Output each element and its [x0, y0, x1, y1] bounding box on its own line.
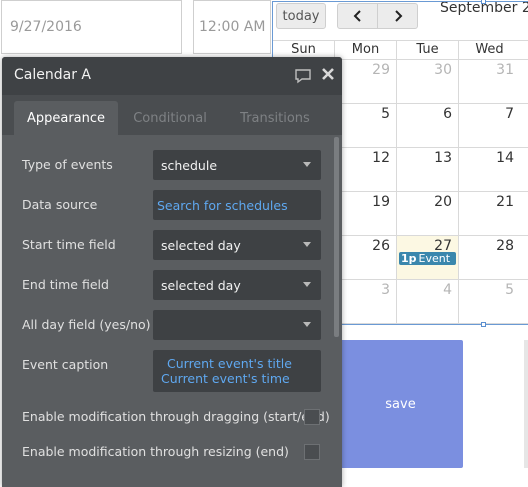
- date-input[interactable]: 9/27/2016: [1, 0, 182, 54]
- resize-modification-label: Enable modification through resizing (en…: [22, 444, 289, 459]
- panel-scrollbar[interactable]: [334, 137, 339, 337]
- drag-modification-label: Enable modification through dragging (st…: [22, 409, 330, 424]
- dropdown-caret-icon: [303, 242, 311, 247]
- event-caption-field[interactable]: Current event's title Current event's ti…: [153, 350, 321, 392]
- panel-header: Calendar A: [2, 57, 342, 95]
- type-of-events-dropdown[interactable]: schedule: [153, 150, 321, 180]
- dropdown-caret-icon: [303, 162, 311, 167]
- tab-transitions[interactable]: Transitions: [227, 101, 323, 135]
- partial-element: [524, 340, 528, 468]
- time-input[interactable]: 12:00 AM: [193, 0, 271, 54]
- save-button[interactable]: save: [338, 340, 463, 468]
- end-time-field-label: End time field: [22, 277, 109, 292]
- comment-icon[interactable]: [294, 68, 312, 84]
- panel-tabs: Appearance Conditional Transitions: [2, 95, 342, 135]
- resize-handle[interactable]: [481, 322, 486, 327]
- start-time-field-dropdown[interactable]: selected day: [153, 230, 321, 260]
- start-time-field-label: Start time field: [22, 237, 116, 252]
- property-editor-panel: Calendar A Appearance Conditional Transi…: [2, 57, 342, 487]
- panel-title: Calendar A: [14, 67, 91, 83]
- resize-handle[interactable]: [481, 0, 486, 4]
- dropdown-caret-icon: [303, 322, 311, 327]
- close-icon[interactable]: [321, 66, 335, 82]
- all-day-field-dropdown[interactable]: [153, 310, 321, 340]
- resize-modification-checkbox[interactable]: [304, 444, 320, 460]
- data-source-field[interactable]: Search for schedules: [153, 190, 321, 220]
- event-caption-label: Event caption: [22, 357, 109, 372]
- dropdown-caret-icon: [303, 282, 311, 287]
- type-of-events-label: Type of events: [22, 157, 113, 172]
- data-source-label: Data source: [22, 197, 98, 212]
- tab-conditional[interactable]: Conditional: [122, 101, 218, 135]
- tab-appearance[interactable]: Appearance: [14, 101, 118, 135]
- drag-modification-checkbox[interactable]: [304, 409, 320, 425]
- end-time-field-dropdown[interactable]: selected day: [153, 270, 321, 300]
- all-day-field-label: All day field (yes/no): [22, 317, 151, 332]
